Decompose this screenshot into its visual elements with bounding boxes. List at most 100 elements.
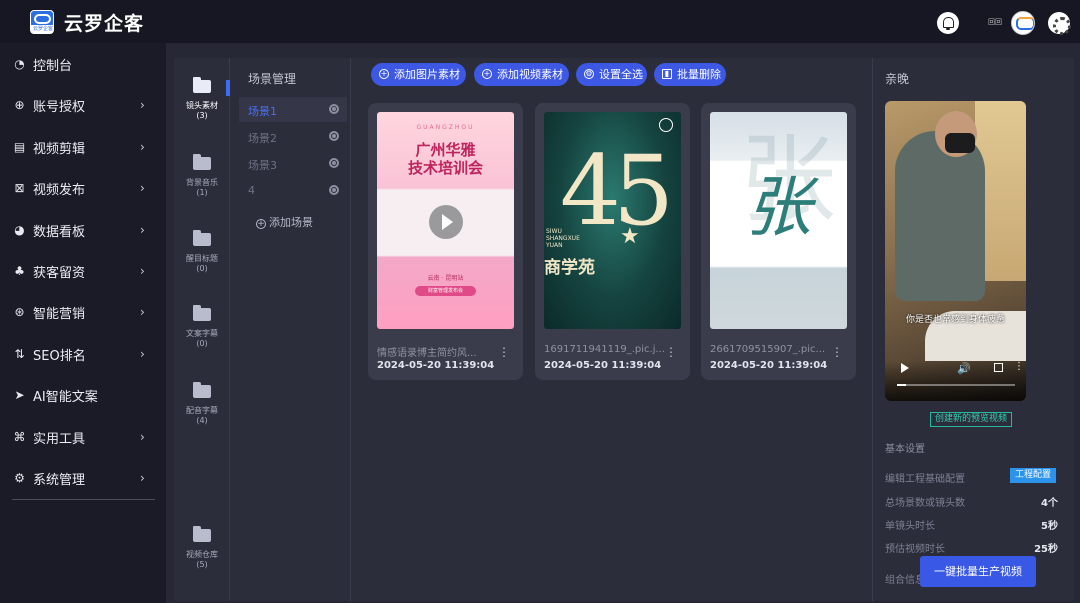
video-person: [895, 131, 985, 301]
more-vertical-icon[interactable]: ⋮: [831, 345, 843, 359]
category-column: 镜头素材 (3) 背景音乐 (1) 醒目标题 (0) 文案字幕 (0) 配音字幕 (4) 视频仓库(…: [174, 58, 230, 601]
material-name: 2661709515907_.pic...: [710, 344, 826, 355]
category-count: (3): [196, 111, 208, 120]
sidebar-item[interactable]: ➤ AI智能文案: [0, 377, 166, 413]
select-all-button[interactable]: ⚙ 设置全选: [576, 63, 647, 86]
sidebar-item-label: 视频发布: [33, 182, 86, 198]
add-video-button[interactable]: + 添加视频素材: [474, 63, 569, 86]
folder-icon: [193, 154, 211, 170]
sidebar-item[interactable]: ⊛ 智能营销 ›: [0, 294, 166, 330]
chevron-right-icon: ›: [140, 347, 145, 361]
sort-icon: ⇅: [14, 346, 25, 361]
volume-icon[interactable]: 🔊: [957, 362, 971, 375]
sidebar-item-label: AI智能文案: [33, 389, 98, 405]
material-thumbnail[interactable]: 张 张: [710, 112, 847, 329]
thumb-headline-2: 技术培训会: [407, 159, 483, 177]
folder-icon: [193, 526, 211, 542]
scene-label: 4: [248, 184, 255, 197]
material-thumbnail[interactable]: 45 ★ SIWU SHANGXUE YUAN 商学苑: [544, 112, 681, 329]
scene-column: 场景管理 + 添加场景 场景1 场景2 场景3 4: [230, 58, 351, 601]
video-progress-bar[interactable]: [897, 384, 1015, 386]
category-label: 醒目标题: [186, 254, 218, 263]
play-icon[interactable]: [429, 205, 463, 239]
fullscreen-icon[interactable]: [994, 363, 1003, 372]
sidebar-item[interactable]: ⌘ 实用工具 ›: [0, 419, 166, 455]
material-card[interactable]: GUANGZHOU 广州华雅 技术培训会 云南 · 昆明站 财富管理发布会 情感语…: [368, 103, 523, 380]
material-name: 情感语录博主简约风...: [377, 348, 477, 359]
material-card[interactable]: 45 ★ SIWU SHANGXUE YUAN 商学苑 169171194111…: [535, 103, 690, 380]
scene-item[interactable]: 场景1: [239, 97, 347, 122]
settings-icon[interactable]: [329, 131, 339, 141]
category-item[interactable]: 醒目标题 (0): [174, 230, 230, 274]
user-name[interactable]: 回回: [988, 17, 1002, 27]
video-progress-fill: [897, 384, 907, 386]
add-image-button[interactable]: + 添加图片素材: [371, 63, 466, 86]
sidebar-item[interactable]: ▤ 视频剪辑 ›: [0, 129, 166, 165]
sidebar-item-label: SEO排名: [33, 348, 86, 364]
pie-chart-icon: ◕: [14, 222, 25, 237]
sidebar-divider: [12, 499, 155, 500]
thumb-sub: 云南 · 昆明站: [427, 275, 464, 282]
sidebar-item[interactable]: ⚙ 系统管理 ›: [0, 460, 166, 496]
scene-item[interactable]: 场景2: [239, 124, 347, 149]
more-vertical-icon[interactable]: ⋮: [1014, 361, 1024, 372]
setting-value: 5秒: [1041, 521, 1058, 532]
play-icon[interactable]: [901, 363, 909, 373]
chevron-right-icon: ›: [140, 140, 145, 154]
chevron-right-icon: ›: [140, 430, 145, 444]
more-vertical-icon[interactable]: ⋮: [498, 345, 510, 359]
add-scene-button[interactable]: + 添加场景: [256, 214, 313, 230]
settings-icon[interactable]: [1048, 12, 1071, 35]
material-date: 2024-05-20 11:39:04: [710, 360, 828, 371]
more-vertical-icon[interactable]: ⋮: [665, 345, 677, 359]
category-item[interactable]: 文案字幕 (0): [174, 305, 230, 349]
setting-value: 4个: [1041, 498, 1058, 509]
category-label: 镜头素材: [186, 101, 218, 110]
send-icon: ➤: [14, 387, 25, 402]
select-radio[interactable]: [659, 118, 673, 132]
add-image-label: 添加图片素材: [394, 68, 460, 81]
category-item[interactable]: 视频仓库 (5): [174, 526, 230, 570]
category-item[interactable]: 背景音乐 (1): [174, 154, 230, 198]
bell-icon[interactable]: [937, 12, 959, 34]
sidebar-item[interactable]: ⊠ 视频发布 ›: [0, 170, 166, 206]
project-config-button[interactable]: 工程配置: [1010, 468, 1057, 483]
category-item[interactable]: 配音字幕 (4): [174, 382, 230, 426]
sidebar-item[interactable]: ⇅ SEO排名 ›: [0, 336, 166, 372]
chevron-right-icon: ›: [140, 181, 145, 195]
settings-icon[interactable]: [329, 104, 339, 114]
create-preview-button[interactable]: 创建新的预览视频: [930, 412, 1013, 427]
material-card[interactable]: 张 张 2661709515907_.pic... 2024-05-20 11:…: [701, 103, 856, 380]
category-label: 文案字幕: [186, 329, 218, 338]
batch-generate-button[interactable]: 一键批量生产视频: [920, 556, 1036, 587]
folder-icon: [193, 305, 211, 321]
category-item[interactable]: 镜头素材 (3): [174, 77, 230, 121]
gauge-icon: ◔: [14, 56, 25, 71]
thumb-pill-text: 财富管理发布会: [427, 288, 463, 294]
preview-video[interactable]: 你是否也常感到身体疲惫 🔊 ⋮: [885, 101, 1026, 401]
select-all-label: 设置全选: [599, 68, 643, 81]
settings-icon[interactable]: [329, 185, 339, 195]
setting-label: 预估视频时长: [885, 544, 945, 555]
setting-label: 总场景数或镜头数: [885, 498, 965, 509]
app-title: 云罗企客: [64, 13, 145, 35]
settings-icon[interactable]: [329, 158, 339, 168]
batch-delete-button[interactable]: ▮ 批量删除: [654, 63, 726, 86]
sidebar-item-label: 系统管理: [33, 472, 86, 488]
sidebar-item[interactable]: ♣ 获客留资 ›: [0, 253, 166, 289]
sidebar-item[interactable]: ◔ 控制台: [0, 46, 166, 82]
sidebar-item[interactable]: ⊕ 账号授权 ›: [0, 87, 166, 123]
sidebar-item[interactable]: ◕ 数据看板 ›: [0, 212, 166, 248]
category-label: 配音字幕: [186, 406, 218, 415]
material-thumbnail[interactable]: GUANGZHOU 广州华雅 技术培训会 云南 · 昆明站 财富管理发布会: [377, 112, 514, 329]
command-icon: ⌘: [13, 429, 26, 444]
scene-item[interactable]: 场景3: [239, 151, 347, 176]
scene-label: 场景1: [248, 105, 277, 118]
sidebar-item-label: 实用工具: [33, 431, 86, 447]
user-avatar[interactable]: [1011, 11, 1035, 35]
thumb-calligraphy: 张: [745, 169, 812, 246]
plus-circle-icon: +: [256, 219, 266, 229]
material-name: 1691711941119_.pic.j...: [544, 344, 666, 355]
scene-item[interactable]: 4: [239, 178, 347, 203]
combo-label: 组合信息: [885, 575, 925, 586]
